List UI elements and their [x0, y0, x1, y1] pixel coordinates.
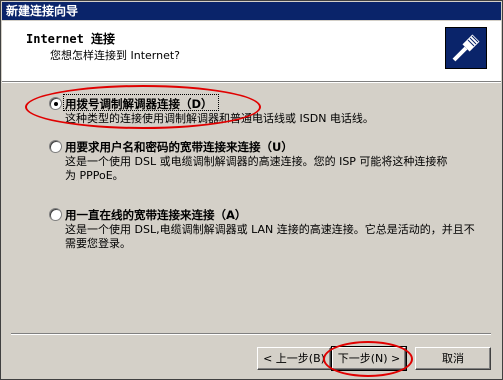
wizard-header: Internet 连接 您想怎样连接到 Internet? [2, 21, 501, 81]
radio-always-on[interactable] [49, 208, 62, 221]
title-bar[interactable]: 新建连接向导 [2, 2, 501, 20]
back-button[interactable]: < 上一步(B) [257, 347, 331, 370]
annotation-ellipse-option [25, 85, 261, 129]
network-cable-icon [445, 27, 487, 69]
option-broadband-login-description: 这是一个使用 DSL 或电缆调制解调器的高速连接。您的 ISP 可能将这种连接称… [65, 155, 448, 182]
footer-divider-highlight [11, 334, 491, 335]
header-title: Internet 连接 [26, 32, 116, 46]
radio-broadband-login[interactable] [49, 140, 62, 153]
annotation-ellipse-next [323, 341, 413, 377]
cancel-button[interactable]: 取消 [415, 347, 491, 370]
option-broadband-login-label[interactable]: 用要求用户名和密码的宽带连接来连接（U） [65, 139, 293, 155]
option-always-on-label[interactable]: 用一直在线的宽带连接来连接（A） [65, 207, 246, 223]
option-always-on-description: 这是一个使用 DSL,电缆调制解调器或 LAN 连接的高速连接。它总是活动的，并… [65, 223, 475, 250]
header-subtitle: 您想怎样连接到 Internet? [50, 49, 181, 62]
wizard-window: 新建连接向导 Internet 连接 您想怎样连接到 Internet? 用拨号… [0, 0, 503, 380]
header-divider-highlight [2, 82, 501, 83]
window-title: 新建连接向导 [6, 4, 79, 18]
